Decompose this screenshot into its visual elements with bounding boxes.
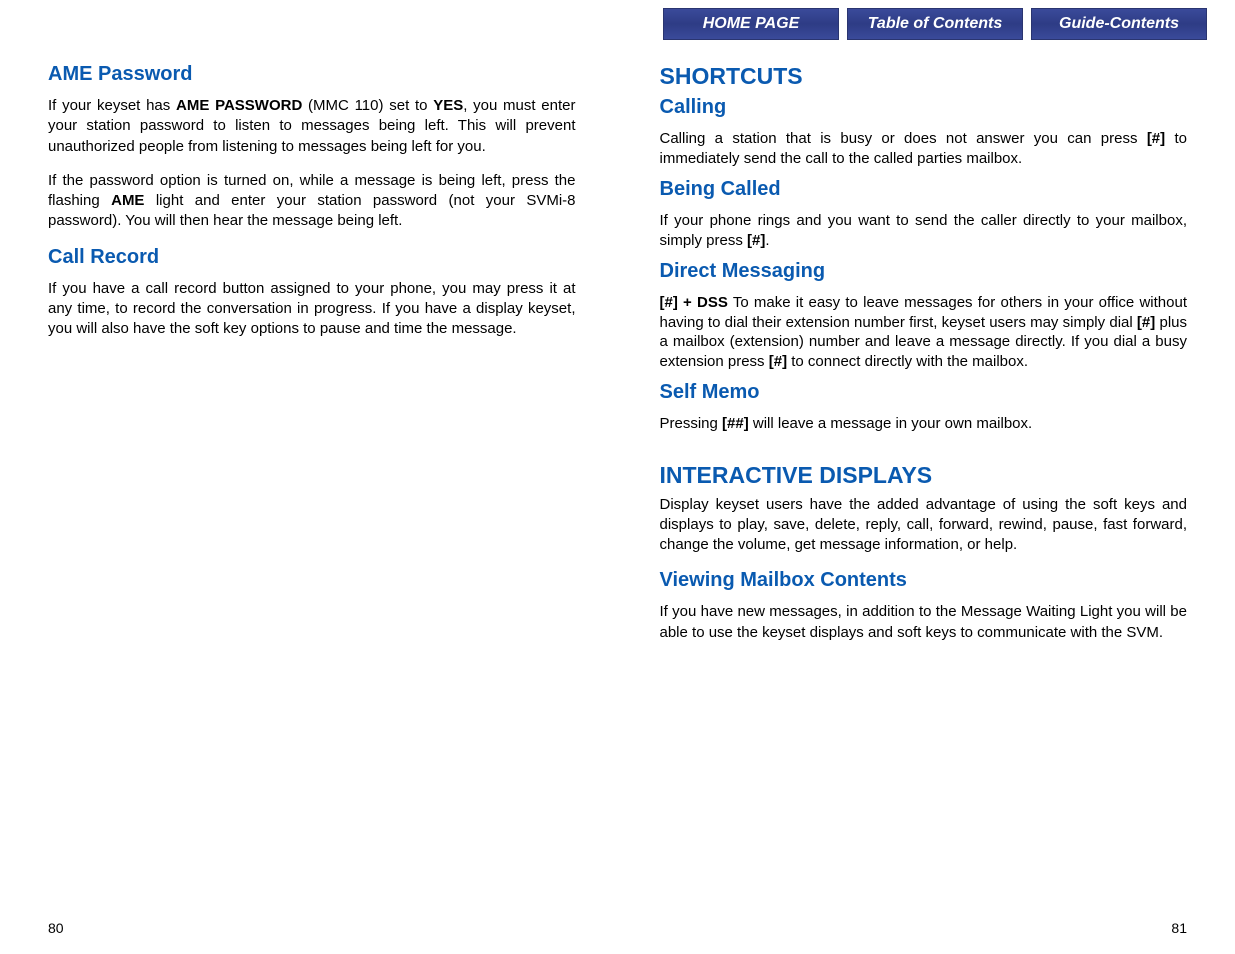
heading-self-memo: Self Memo [660,381,1188,404]
nav-tabs: HOME PAGE Table of Contents Guide-Conten… [663,8,1207,40]
heading-call-record: Call Record [48,246,576,269]
heading-shortcuts: SHORTCUTS [660,63,1188,90]
heading-interactive-displays: INTERACTIVE DISPLAYS [660,462,1188,489]
heading-direct-messaging: Direct Messaging [660,260,1188,283]
heading-viewing-mailbox: Viewing Mailbox Contents [660,569,1188,592]
page-number-left: 80 [48,920,64,936]
heading-being-called: Being Called [660,178,1188,201]
ame-password-p1: If your keyset has AME PASSWORD (MMC 110… [48,96,576,157]
viewing-mailbox-p: If you have new messages, in addition to… [660,602,1188,643]
page-spread: AME Password If your keyset has AME PASS… [0,55,1235,657]
heading-ame-password: AME Password [48,63,576,86]
direct-messaging-p: [#] + DSS To make it easy to leave messa… [660,293,1188,371]
left-page: AME Password If your keyset has AME PASS… [0,55,618,657]
interactive-displays-p: Display keyset users have the added adva… [660,495,1188,556]
being-called-p: If your phone rings and you want to send… [660,211,1188,250]
heading-calling: Calling [660,96,1188,119]
self-memo-p: Pressing [##] will leave a message in yo… [660,414,1188,434]
page-number-right: 81 [1171,920,1187,936]
nav-guide-contents[interactable]: Guide-Contents [1031,8,1207,40]
calling-p: Calling a station that is busy or does n… [660,129,1188,168]
nav-table-of-contents[interactable]: Table of Contents [847,8,1023,40]
ame-password-p2: If the password option is turned on, whi… [48,171,576,232]
right-page: SHORTCUTS Calling Calling a station that… [618,55,1235,657]
call-record-p: If you have a call record button assigne… [48,279,576,340]
nav-home-page[interactable]: HOME PAGE [663,8,839,40]
